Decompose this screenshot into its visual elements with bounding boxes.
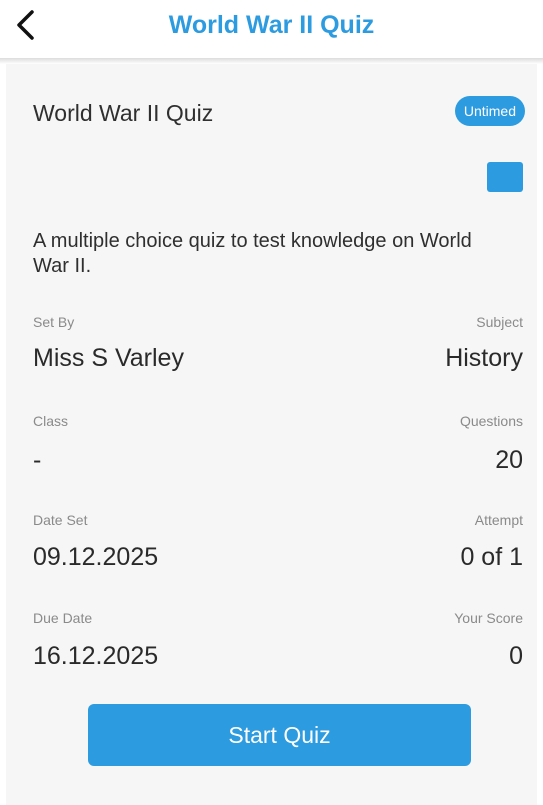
questions-label: Questions [459,413,523,429]
class-label: Class [33,413,69,429]
your-score-label: Your Score [454,610,523,626]
class-value: - [33,446,42,474]
attempt-label: Attempt [474,512,523,528]
due-date-value: 16.12.2025 [33,642,159,670]
start-quiz-button[interactable]: Start Quiz [88,704,471,766]
your-score-value: 0 [509,642,523,670]
date-set-value: 09.12.2025 [33,543,159,571]
quiz-description: A multiple choice quiz to test knowledge… [33,230,472,277]
page-title: World War II Quiz [168,11,375,39]
timing-badge: Untimed [454,96,525,126]
quiz-color-swatch [487,162,523,192]
set-by-label: Set By [33,314,75,330]
header-bar: World War II Quiz [0,0,543,58]
quiz-details-card: World War II Quiz Untimed A multiple cho… [6,64,537,805]
attempt-value: 0 of 1 [460,543,523,571]
subject-value: History [445,344,523,372]
date-set-label: Date Set [33,512,88,528]
subject-label: Subject [476,314,523,330]
due-date-label: Due Date [33,610,93,626]
questions-value: 20 [495,446,523,474]
quiz-title: World War II Quiz [33,100,214,126]
quiz-detail-screen: World War II Quiz World War II Quiz Unti… [0,0,543,805]
set-by-value: Miss S Varley [33,344,184,372]
